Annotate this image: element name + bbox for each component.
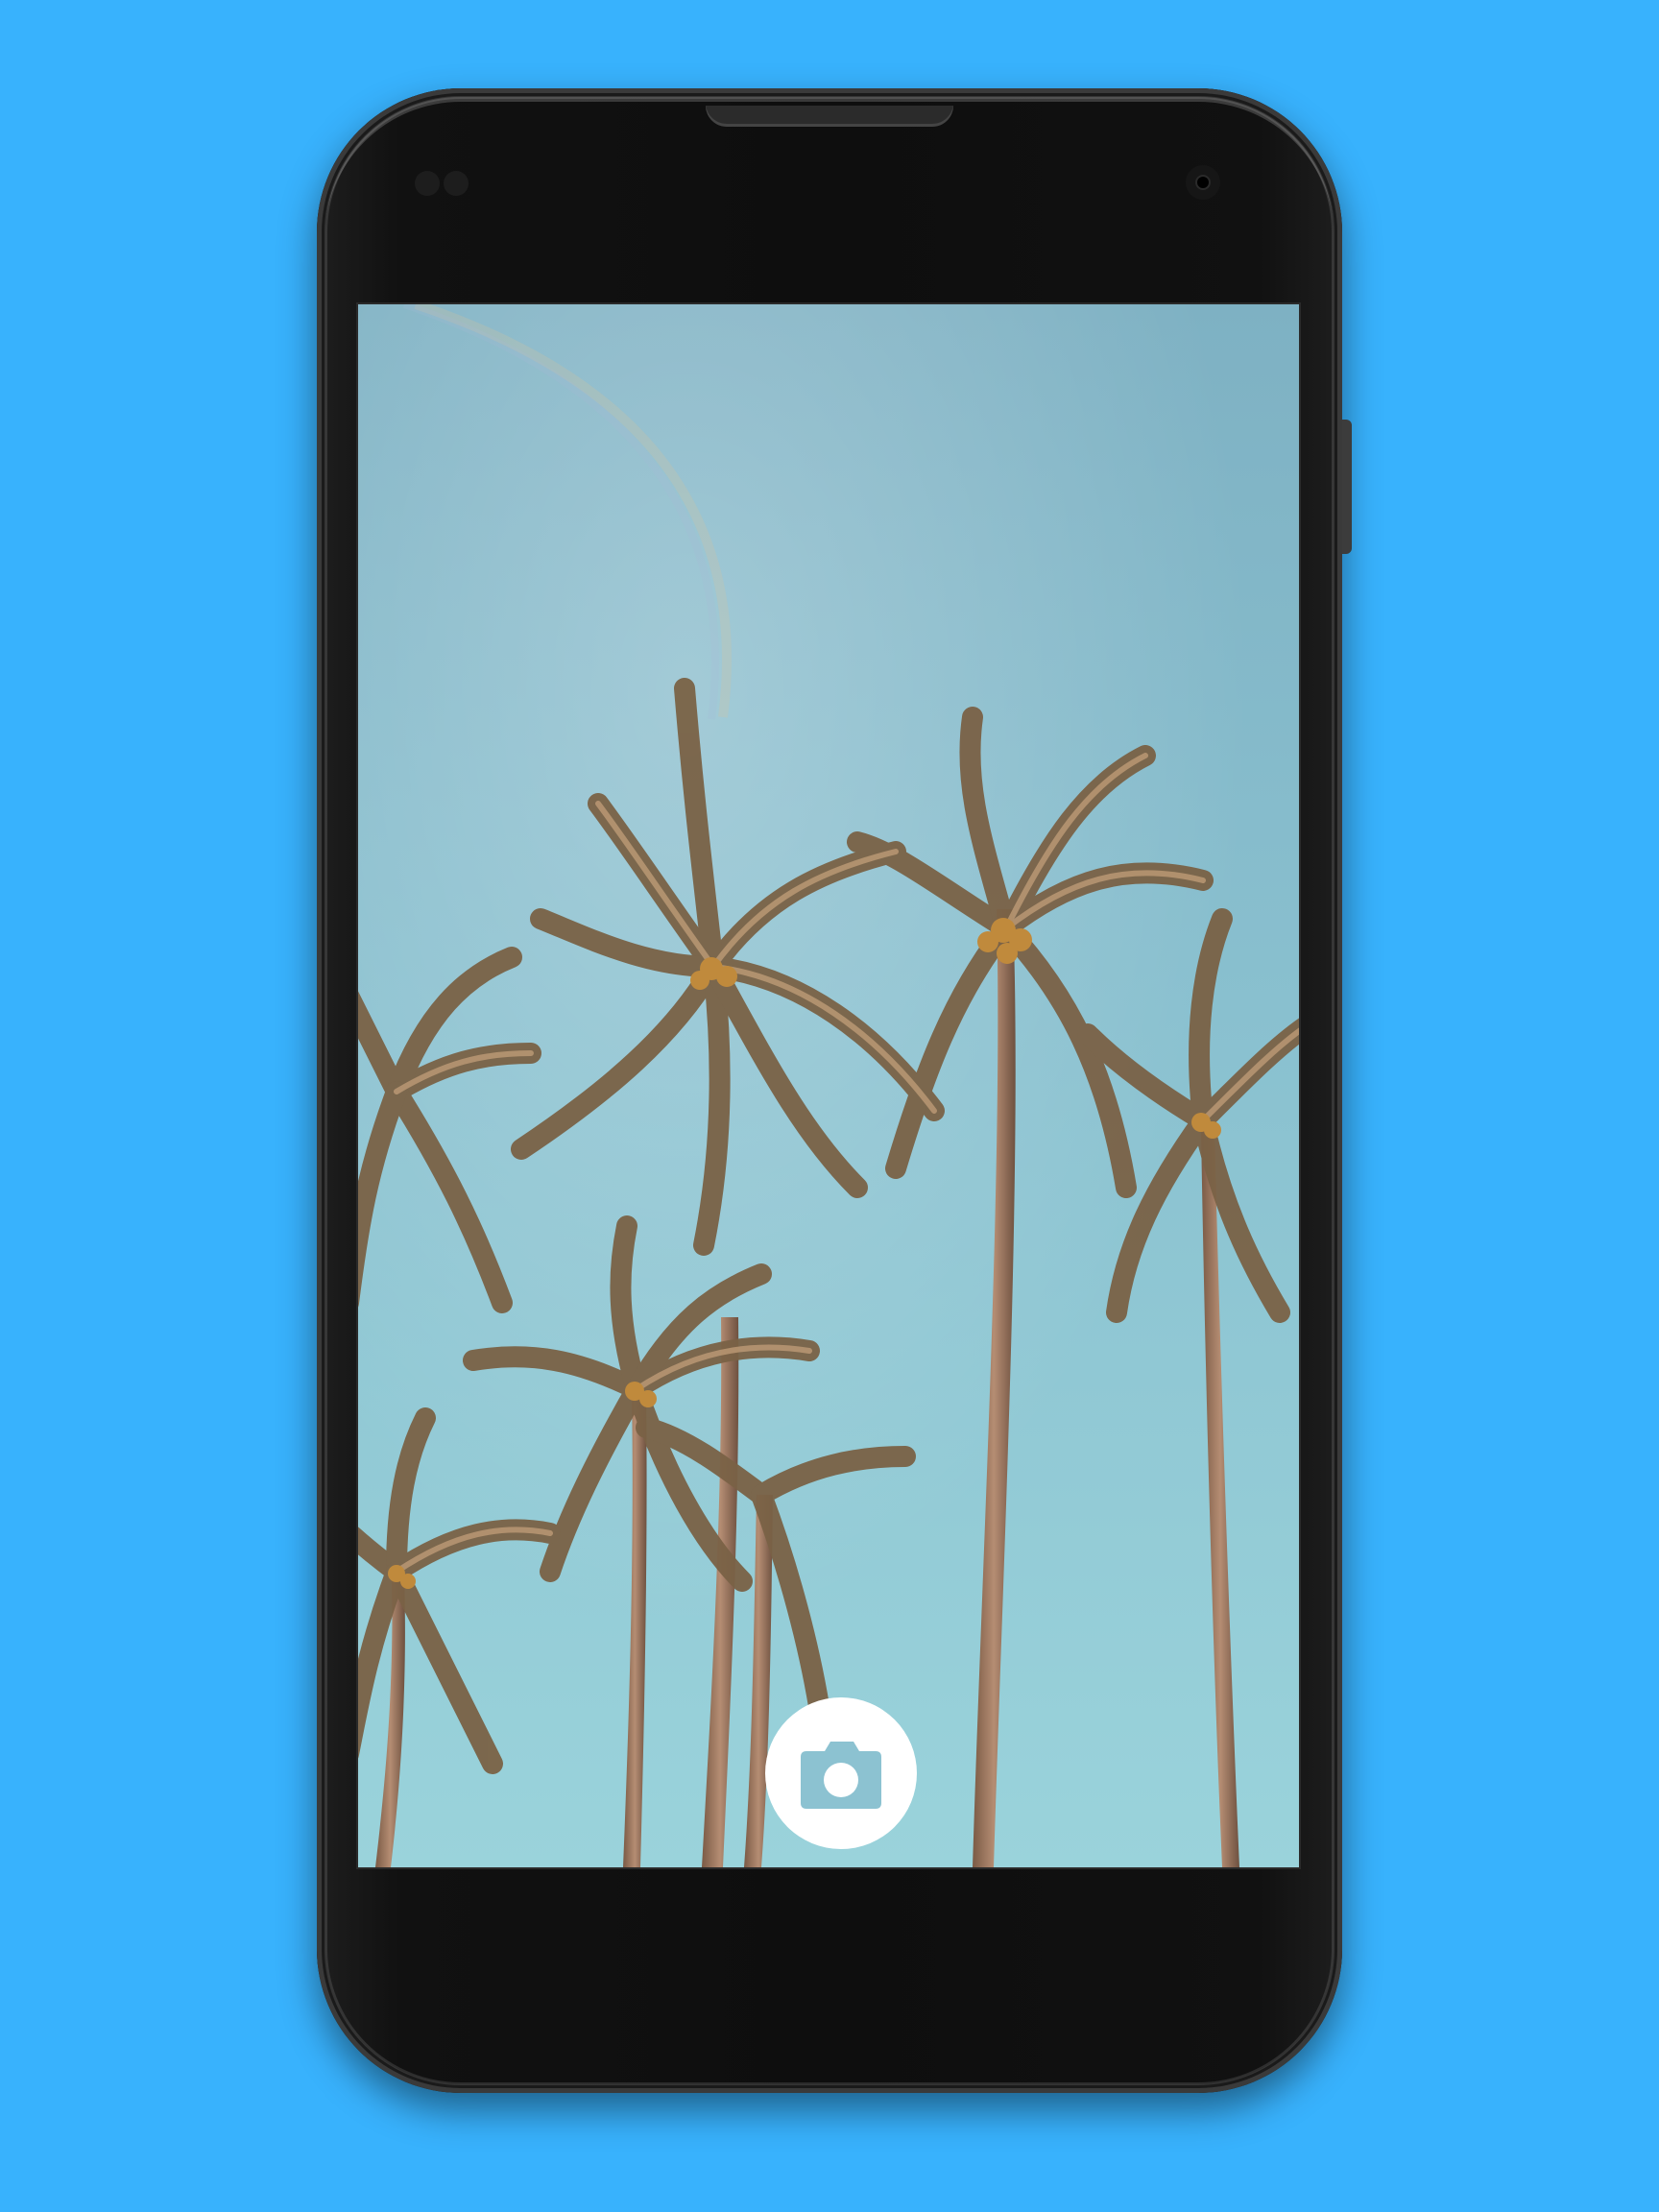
phone-frame — [317, 88, 1352, 2093]
capture-button[interactable] — [765, 1697, 917, 1849]
light-sensor — [444, 171, 469, 196]
camera-icon — [801, 1742, 881, 1809]
front-camera-lens — [1186, 165, 1220, 200]
power-button[interactable] — [1342, 420, 1352, 554]
palm-trees-photo — [358, 304, 1299, 1867]
phone-screen — [356, 302, 1301, 1869]
proximity-sensor — [415, 171, 440, 196]
earpiece-speaker — [706, 106, 953, 127]
